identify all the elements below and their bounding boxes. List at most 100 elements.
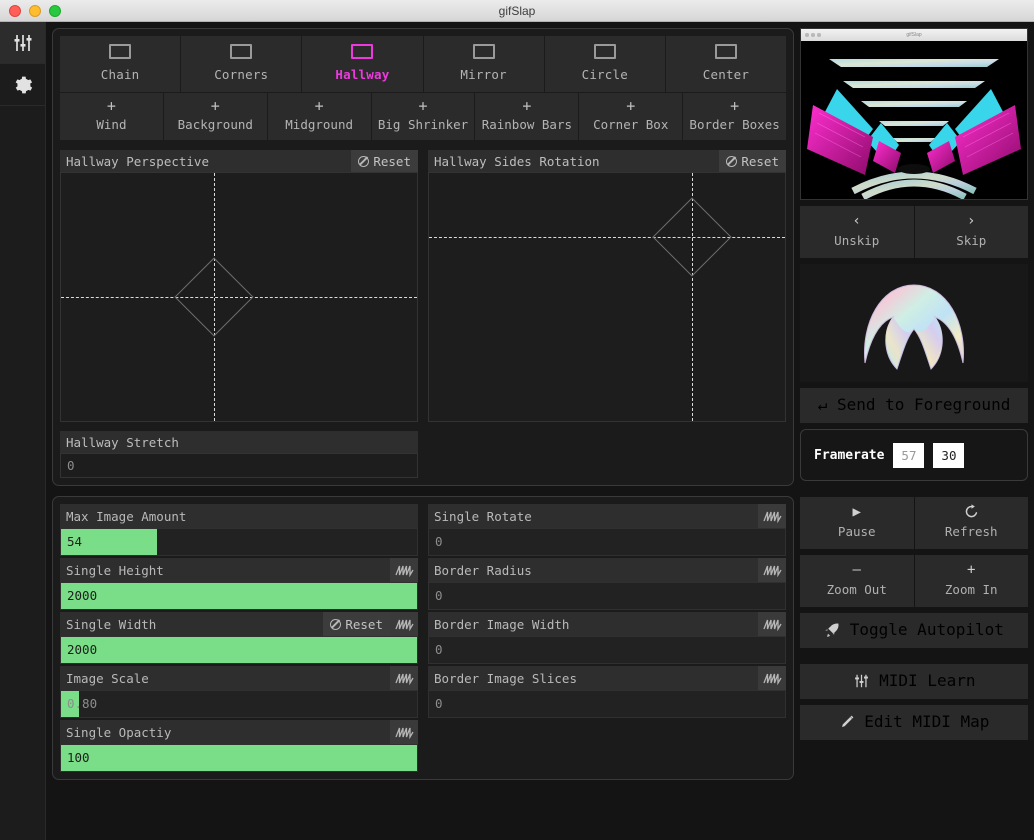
tab-circle[interactable]: Circle [544,36,665,92]
pad-handle[interactable] [652,197,733,278]
lfo-waveform-icon[interactable] [390,558,418,582]
param-value: 0 [435,642,443,657]
param-header: Single Rotate [428,504,786,528]
param-tools: Reset [323,612,418,636]
gear-icon [15,76,32,93]
param-label: Border Image Width [434,616,570,632]
preview-titlebar: gifSlap [801,29,1027,41]
param-slider[interactable]: 0 [428,690,786,718]
lfo-waveform-icon[interactable] [758,612,786,636]
rail-item-sliders[interactable] [0,22,45,64]
effects-panel: Chain Corners Hallway Mirror Circle Cent… [52,28,794,486]
param-label: Single Opactiy [66,724,172,740]
param-slider[interactable]: 54 [60,528,418,556]
add-corner-box-button[interactable]: + Corner Box [579,93,683,140]
window-title: gifSlap [498,3,536,18]
param-label: Image Scale [66,670,149,686]
pause-label: Pause [837,524,876,539]
add-midground-button[interactable]: + Midground [267,93,371,140]
reset-label: Reset [345,616,383,632]
tab-hallway[interactable]: Hallway [302,36,423,92]
rocket-icon [824,620,850,639]
lfo-waveform-icon[interactable] [390,666,418,690]
send-to-foreground-button[interactable]: ↵ Send to Foreground [800,388,1028,423]
rail-item-settings[interactable] [0,64,45,106]
param-slider[interactable]: 0 [428,582,786,610]
zoom-out-button[interactable]: – Zoom Out [800,555,914,607]
param-tools [390,558,418,582]
rectangle-icon [230,44,253,59]
param-value: 0 [435,534,443,549]
param-header: Border Image Slices [428,666,786,690]
pad-handle[interactable] [174,257,254,337]
param-slider[interactable]: 2000 [60,582,418,610]
param-header: Single Height [60,558,418,582]
add-background-button[interactable]: + Background [163,93,267,140]
lfo-waveform-icon[interactable] [390,720,418,744]
main-area: Chain Corners Hallway Mirror Circle Cent… [46,22,1034,840]
param-slider[interactable]: 0 [428,528,786,556]
right-column: gifSlap ‹ Unskip › Skip ↵ Send to Foregr… [800,28,1028,834]
effect-tabs: Chain Corners Hallway Mirror Circle Cent… [60,36,787,92]
hallway-stretch-slider[interactable]: 0 [60,453,418,478]
param-slider[interactable]: 2000 [60,636,418,664]
skip-controls: ‹ Unskip › Skip [800,206,1028,258]
param-header: Border Image Width [428,612,786,636]
slider-fill [61,745,417,771]
tab-mirror[interactable]: Mirror [423,36,544,92]
tab-label: Hallway [335,67,390,82]
param-slider[interactable]: 0 [428,636,786,664]
pad-header: Hallway Perspective Reset [60,150,418,172]
zoom-out-label: Zoom Out [826,582,887,597]
play-icon: ▶ [852,504,861,520]
param-label: Single Height [66,562,164,578]
rectangle-icon [593,44,616,59]
param-max-image-amount: Max Image Amount 54 [60,504,418,556]
add-button-label: Border Boxes [689,117,780,132]
plus-icon: + [522,97,532,115]
param-label: Single Rotate [434,508,532,524]
sawtooth-glyph [394,673,414,685]
reset-hallway-sides-rotation-button[interactable]: Reset [719,150,786,172]
framerate-label: Framerate [814,447,885,463]
param-value: 0.80 [67,696,98,711]
hallway-sides-rotation-xypad[interactable] [428,172,786,422]
tab-chain[interactable]: Chain [60,36,181,92]
param-slider[interactable]: 0.80 [60,690,418,718]
sawtooth-glyph [394,619,414,631]
tab-center[interactable]: Center [665,36,787,92]
param-value: 2000 [67,588,98,603]
param-value: 100 [67,750,90,765]
pause-button[interactable]: ▶ Pause [800,497,914,549]
framerate-target-input[interactable]: 30 [933,442,965,468]
lfo-waveform-icon[interactable] [758,558,786,582]
gif-thumbnail[interactable] [800,264,1028,382]
add-wind-button[interactable]: + Wind [60,93,163,140]
tab-corners[interactable]: Corners [181,36,302,92]
add-button-label: Big Shrinker [377,117,469,132]
param-single-width: Single Width Reset 2000 [60,612,418,664]
param-slider[interactable]: 100 [60,744,418,772]
edit-midi-map-button[interactable]: Edit MIDI Map [800,705,1028,740]
lfo-waveform-icon[interactable] [758,504,786,528]
zoom-in-button[interactable]: + Zoom In [914,555,1028,607]
add-rainbow-bars-button[interactable]: + Rainbow Bars [475,93,579,140]
rectangle-icon [472,44,495,59]
lfo-waveform-icon[interactable] [758,666,786,690]
reset-single-width-button[interactable]: Reset [323,612,390,636]
add-border-boxes-button[interactable]: + Border Boxes [683,93,787,140]
reset-hallway-perspective-button[interactable]: Reset [351,150,418,172]
add-big-shrinker-button[interactable]: + Big Shrinker [371,93,475,140]
render-preview[interactable]: gifSlap [800,28,1028,200]
lfo-waveform-icon[interactable] [390,612,418,636]
param-single-height: Single Height 2000 [60,558,418,610]
toggle-autopilot-button[interactable]: Toggle Autopilot [800,613,1028,648]
xy-pad-row: Hallway Perspective Reset Hallway Stretc… [60,150,786,478]
midi-sliders-icon [853,671,880,690]
hallway-perspective-xypad[interactable] [60,172,418,422]
unskip-button[interactable]: ‹ Unskip [800,206,914,258]
refresh-button[interactable]: Refresh [914,497,1028,549]
skip-button[interactable]: › Skip [914,206,1028,258]
pad-hline [429,237,785,239]
midi-learn-button[interactable]: MIDI Learn [800,664,1028,699]
